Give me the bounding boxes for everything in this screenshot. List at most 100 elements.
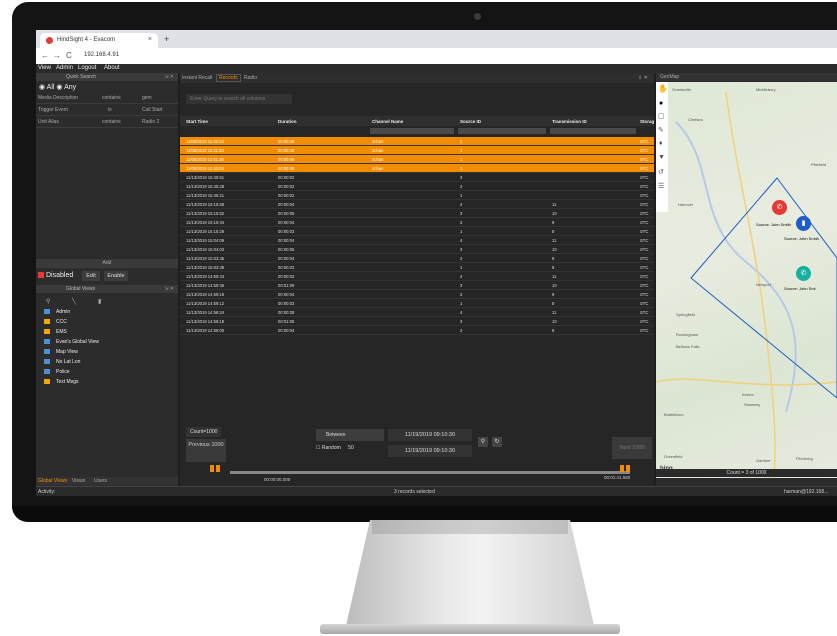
- search-icon[interactable]: ⚲: [478, 437, 488, 447]
- back-icon[interactable]: ←: [41, 51, 49, 60]
- table-row[interactable]: 11/13/2019 15:45:21 00:00:02 1 STC: [180, 191, 654, 200]
- table-row[interactable]: 11/13/2019 14:56:00 00:00:04 2 9 STC: [180, 326, 654, 335]
- phone-marker-icon[interactable]: ✆: [772, 200, 787, 215]
- random-toggle[interactable]: ☐ Random 50: [316, 445, 354, 451]
- shape-icon[interactable]: ▢: [658, 112, 665, 120]
- table-row[interactable]: 11/13/2019 15:15:34 00:00:04 2 9 STC: [180, 218, 654, 227]
- pan-icon[interactable]: ✋: [658, 84, 668, 93]
- filter-icon[interactable]: ▼: [658, 154, 665, 161]
- global-view-item[interactable]: Admin: [44, 309, 70, 315]
- forward-icon[interactable]: →: [53, 51, 61, 60]
- table-row[interactable]: 11/13/2019 15:03:45 00:00:04 2 9 STC: [180, 254, 654, 263]
- filter-row[interactable]: Media Description contains gem: [36, 93, 178, 104]
- filter-operator[interactable]: contains: [102, 95, 121, 101]
- table-row[interactable]: 11/13/2019 15:04:09 00:00:04 4 11 STC: [180, 236, 654, 245]
- reload-icon[interactable]: C: [66, 51, 72, 60]
- table-row[interactable]: 11/13/2019 15:45:28 00:00:02 2 STC: [180, 182, 654, 191]
- channel-filter-input[interactable]: [370, 128, 454, 134]
- col-duration[interactable]: Duration: [278, 119, 297, 124]
- table-row[interactable]: 11/05/2019 11:42:24 00:00:48 4chan 2 STC: [180, 137, 654, 146]
- radio-any[interactable]: ◉ Any: [56, 84, 76, 91]
- source-filter-input[interactable]: [458, 128, 546, 134]
- radio-all[interactable]: ◉ All: [39, 84, 54, 91]
- table-row[interactable]: 11/13/2019 14:59:36 00:01:09 3 10 STC: [180, 281, 654, 290]
- delete-icon[interactable]: ▮: [98, 298, 101, 305]
- tab-views[interactable]: Views: [72, 478, 85, 484]
- random-count[interactable]: 50: [348, 445, 354, 451]
- table-row[interactable]: 11/13/2019 15:15:58 00:00:04 4 11 STC: [180, 200, 654, 209]
- global-view-item[interactable]: Map View: [44, 349, 78, 355]
- tab-records[interactable]: Records: [216, 74, 241, 82]
- query-input[interactable]: Enter Query to search all columns: [186, 94, 292, 104]
- bookmark-icon[interactable]: [620, 465, 624, 472]
- filter-value[interactable]: Call Start: [142, 107, 163, 113]
- menu-logout[interactable]: Logout: [78, 65, 96, 71]
- enable-button[interactable]: Enable: [104, 271, 128, 281]
- edit-icon[interactable]: ╲: [72, 298, 76, 305]
- table-row[interactable]: 11/13/2019 15:15:28 00:00:03 1 8 STC: [180, 227, 654, 236]
- edit-button[interactable]: Edit: [82, 271, 100, 281]
- panel-close-icon[interactable]: ⇲ ✕: [164, 74, 174, 80]
- next-button[interactable]: Next 1000: [612, 437, 652, 459]
- close-tab-icon[interactable]: ×: [148, 36, 152, 43]
- global-view-item[interactable]: EMS: [44, 329, 67, 335]
- previous-button[interactable]: Previous 1000: [186, 439, 226, 462]
- pin-icon[interactable]: ♦: [659, 140, 663, 147]
- map-canvas[interactable]: ✋ ● ▢ ✎ ♦ ▼ ↺ ☰ Grantsville Chelsea Hano…: [656, 82, 837, 478]
- filter-row[interactable]: Trigger Event is Call Start: [36, 105, 178, 116]
- refresh-icon[interactable]: ↻: [492, 437, 502, 447]
- filter-operator[interactable]: is: [108, 107, 112, 113]
- col-channel-name[interactable]: Channel Name: [372, 119, 403, 124]
- table-row[interactable]: 11/13/2019 15:04:03 00:00:05 3 10 STC: [180, 245, 654, 254]
- panel-close-icon[interactable]: ⇲ ✕: [164, 286, 174, 292]
- url-field[interactable]: 192.168.4.91: [84, 52, 119, 58]
- filter-value[interactable]: Radio 2: [142, 119, 159, 125]
- export-icon[interactable]: ⇩ ✕: [638, 75, 648, 81]
- bookmark-icon[interactable]: [216, 465, 220, 472]
- menu-view[interactable]: View: [38, 65, 51, 71]
- filter-value[interactable]: gem: [142, 95, 152, 101]
- tab-global-views[interactable]: Global Views: [38, 478, 67, 484]
- filter-operator[interactable]: contains: [102, 119, 121, 125]
- phone-marker-icon[interactable]: ✆: [796, 266, 811, 281]
- table-row[interactable]: 11/05/2019 11:43:04 00:00:48 4chan 1 STC: [180, 164, 654, 173]
- bookmark-icon[interactable]: [626, 465, 630, 472]
- undo-icon[interactable]: ↺: [658, 168, 664, 176]
- col-storage[interactable]: Storag: [640, 119, 654, 124]
- table-row[interactable]: 11/05/2019 11:41:30 00:00:48 4chan 1 STC: [180, 146, 654, 155]
- table-row[interactable]: 11/13/2019 15:03:39 00:00:03 1 8 STC: [180, 263, 654, 272]
- new-tab-button[interactable]: +: [164, 34, 169, 44]
- tab-radio[interactable]: Radio: [244, 75, 257, 81]
- tab-instant-recall[interactable]: Instant Recall: [182, 75, 212, 81]
- col-start-time[interactable]: Start Time: [186, 119, 208, 124]
- radio-marker-icon[interactable]: ▮: [796, 216, 811, 231]
- transmission-filter-input[interactable]: [550, 128, 636, 134]
- point-icon[interactable]: ●: [659, 100, 663, 107]
- filter-row[interactable]: Unit Alias contains Radio 2: [36, 117, 178, 128]
- table-row[interactable]: 11/13/2019 14:56:18 00:01:05 3 10 STC: [180, 317, 654, 326]
- browser-tab[interactable]: HindSight 4 - Evacom ×: [40, 33, 158, 48]
- tab-users[interactable]: Users: [94, 478, 107, 484]
- menu-about[interactable]: About: [104, 65, 120, 71]
- table-row[interactable]: 11/13/2019 15:45:51 00:00:02 3 STC: [180, 173, 654, 182]
- filter-field[interactable]: Unit Alias: [38, 119, 59, 125]
- playback-timeline[interactable]: [230, 471, 630, 474]
- table-row[interactable]: 11/05/2019 11:41:30 00:00:48 4chan 1 STC: [180, 155, 654, 164]
- table-row[interactable]: 11/13/2019 14:59:43 00:00:03 4 11 STC: [180, 272, 654, 281]
- table-row[interactable]: 11/13/2019 14:59:18 00:00:04 2 9 STC: [180, 290, 654, 299]
- table-row[interactable]: 11/13/2019 14:59:12 00:00:03 1 8 STC: [180, 299, 654, 308]
- draw-icon[interactable]: ✎: [658, 126, 664, 134]
- filter-field[interactable]: Media Description: [38, 95, 78, 101]
- table-row[interactable]: 11/13/2019 15:15:52 00:00:05 3 10 STC: [180, 209, 654, 218]
- col-source-id[interactable]: Source ID: [460, 119, 481, 124]
- date-to-input[interactable]: 11/19/2019 09:10:30: [388, 445, 472, 457]
- search-icon[interactable]: ⚲: [46, 298, 50, 305]
- between-select[interactable]: Between: [316, 429, 384, 441]
- random-checkbox[interactable]: ☐: [316, 445, 320, 451]
- col-transmission-id[interactable]: Transmission ID: [552, 119, 587, 124]
- global-view-item[interactable]: Text Msgs: [44, 379, 79, 385]
- add-filter-button[interactable]: Add: [36, 259, 178, 268]
- table-row[interactable]: 11/13/2019 14:56:24 00:00:38 4 11 STC: [180, 308, 654, 317]
- date-from-input[interactable]: 11/19/2019 09:10:30: [388, 429, 472, 441]
- global-view-item[interactable]: No Lat Lon: [44, 359, 80, 365]
